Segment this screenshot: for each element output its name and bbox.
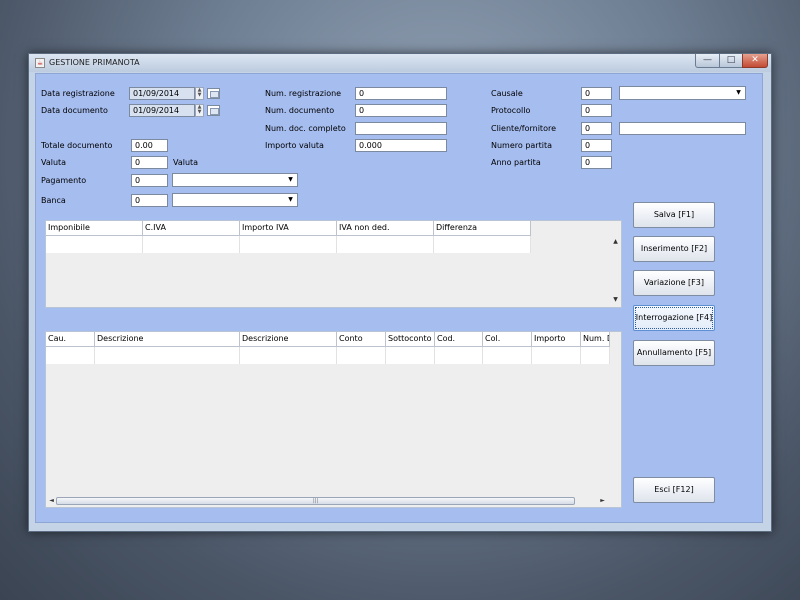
pagamento-combo[interactable]: ▼: [172, 173, 298, 187]
num-documento-label: Num. documento: [265, 106, 335, 115]
calendar-icon[interactable]: [207, 88, 220, 99]
anno-partita-label: Anno partita: [491, 158, 541, 167]
iva-col-civa[interactable]: C.IVA: [143, 221, 240, 236]
mov-col-num-d[interactable]: Num. D: [581, 332, 610, 347]
movements-table-vscroll[interactable]: [610, 332, 621, 495]
data-documento-spinner[interactable]: ▲ ▼: [195, 104, 204, 117]
pagamento-label: Pagamento: [41, 176, 87, 185]
close-button[interactable]: ✕: [742, 54, 768, 68]
iva-col-differenza[interactable]: Differenza: [434, 221, 531, 236]
num-registrazione-label: Num. registrazione: [265, 89, 342, 98]
chevron-down-icon[interactable]: ▼: [284, 194, 297, 206]
movements-table-header: Cau. Descrizione Descrizione Conto Sotto…: [46, 332, 610, 347]
minimize-button[interactable]: —: [695, 54, 720, 68]
mov-col-importo[interactable]: Importo: [532, 332, 581, 347]
cliente-fornitore-label: Cliente/fornitore: [491, 124, 556, 133]
num-doc-completo-label: Num. doc. completo: [265, 124, 346, 133]
num-doc-completo-field[interactable]: [355, 122, 447, 135]
interrogazione-button[interactable]: Interrogazione [F4]: [633, 305, 715, 331]
iva-col-imponibile[interactable]: Imponibile: [46, 221, 143, 236]
annullamento-button[interactable]: Annullamento [F5]: [633, 340, 715, 366]
mov-col-descrizione-1[interactable]: Descrizione: [95, 332, 240, 347]
window-title: GESTIONE PRIMANOTA: [49, 58, 140, 67]
hscroll-thumb[interactable]: |||: [56, 497, 575, 505]
title-bar[interactable]: ☕ GESTIONE PRIMANOTA — □ ✕: [29, 54, 771, 72]
banca-label: Banca: [41, 196, 66, 205]
mov-col-descrizione-2[interactable]: Descrizione: [240, 332, 337, 347]
maximize-button[interactable]: □: [719, 54, 743, 68]
mov-col-sottoconto[interactable]: Sottoconto: [386, 332, 435, 347]
esci-button[interactable]: Esci [F12]: [633, 477, 715, 503]
num-documento-field[interactable]: 0: [355, 104, 447, 117]
causale-label: Causale: [491, 89, 523, 98]
causale-combo[interactable]: ▼: [619, 86, 746, 100]
iva-table[interactable]: Imponibile C.IVA Importo IVA IVA non ded…: [45, 220, 622, 308]
pagamento-field[interactable]: 0: [131, 174, 168, 187]
java-cup-icon: ☕: [35, 58, 45, 68]
data-registrazione-label: Data registrazione: [41, 89, 115, 98]
valuta-label: Valuta: [41, 158, 67, 167]
scroll-right-icon[interactable]: ►: [597, 496, 608, 506]
protocollo-field[interactable]: 0: [581, 104, 612, 117]
table-row[interactable]: [46, 347, 610, 364]
inserimento-button[interactable]: Inserimento [F2]: [633, 236, 715, 262]
totale-documento-field[interactable]: 0.00: [131, 139, 168, 152]
data-documento-label: Data documento: [41, 106, 108, 115]
iva-table-header: Imponibile C.IVA Importo IVA IVA non ded…: [46, 221, 531, 236]
totale-documento-label: Totale documento: [41, 141, 113, 150]
main-window: ☕ GESTIONE PRIMANOTA — □ ✕ Data registra…: [28, 53, 772, 532]
scroll-up-icon[interactable]: ▲: [610, 237, 621, 247]
chevron-down-icon[interactable]: ▼: [284, 174, 297, 186]
mov-col-conto[interactable]: Conto: [337, 332, 386, 347]
anno-partita-field[interactable]: 0: [581, 156, 612, 169]
mov-col-cod[interactable]: Cod.: [435, 332, 483, 347]
mov-col-col[interactable]: Col.: [483, 332, 532, 347]
causale-field[interactable]: 0: [581, 87, 612, 100]
data-documento-field[interactable]: 01/09/2014: [129, 104, 195, 117]
table-row[interactable]: [46, 236, 531, 253]
protocollo-label: Protocollo: [491, 106, 531, 115]
banca-combo[interactable]: ▼: [172, 193, 298, 207]
calendar-icon[interactable]: [207, 105, 220, 116]
scroll-down-icon[interactable]: ▼: [610, 295, 621, 305]
numero-partita-label: Numero partita: [491, 141, 552, 150]
form-panel: Data registrazione 01/09/2014 ▲ ▼ Data do…: [35, 73, 763, 523]
cliente-fornitore-name-field[interactable]: [619, 122, 746, 135]
data-registrazione-spinner[interactable]: ▲ ▼: [195, 87, 204, 100]
numero-partita-field[interactable]: 0: [581, 139, 612, 152]
valuta-desc: Valuta: [173, 158, 199, 167]
chevron-down-icon[interactable]: ▼: [732, 87, 745, 99]
cliente-fornitore-field[interactable]: 0: [581, 122, 612, 135]
banca-field[interactable]: 0: [131, 194, 168, 207]
variazione-button[interactable]: Variazione [F3]: [633, 270, 715, 296]
iva-table-vscroll[interactable]: ▲ ▼: [610, 221, 621, 307]
movements-table-hscroll[interactable]: ◄ ||| ►: [46, 496, 610, 507]
salva-button[interactable]: Salva [F1]: [633, 202, 715, 228]
valuta-field[interactable]: 0: [131, 156, 168, 169]
data-registrazione-field[interactable]: 01/09/2014: [129, 87, 195, 100]
movements-table[interactable]: Cau. Descrizione Descrizione Conto Sotto…: [45, 331, 622, 508]
num-registrazione-field[interactable]: 0: [355, 87, 447, 100]
importo-valuta-field[interactable]: 0.000: [355, 139, 447, 152]
mov-col-cau[interactable]: Cau.: [46, 332, 95, 347]
importo-valuta-label: Importo valuta: [265, 141, 324, 150]
iva-col-importo-iva[interactable]: Importo IVA: [240, 221, 337, 236]
iva-col-iva-non-ded[interactable]: IVA non ded.: [337, 221, 434, 236]
